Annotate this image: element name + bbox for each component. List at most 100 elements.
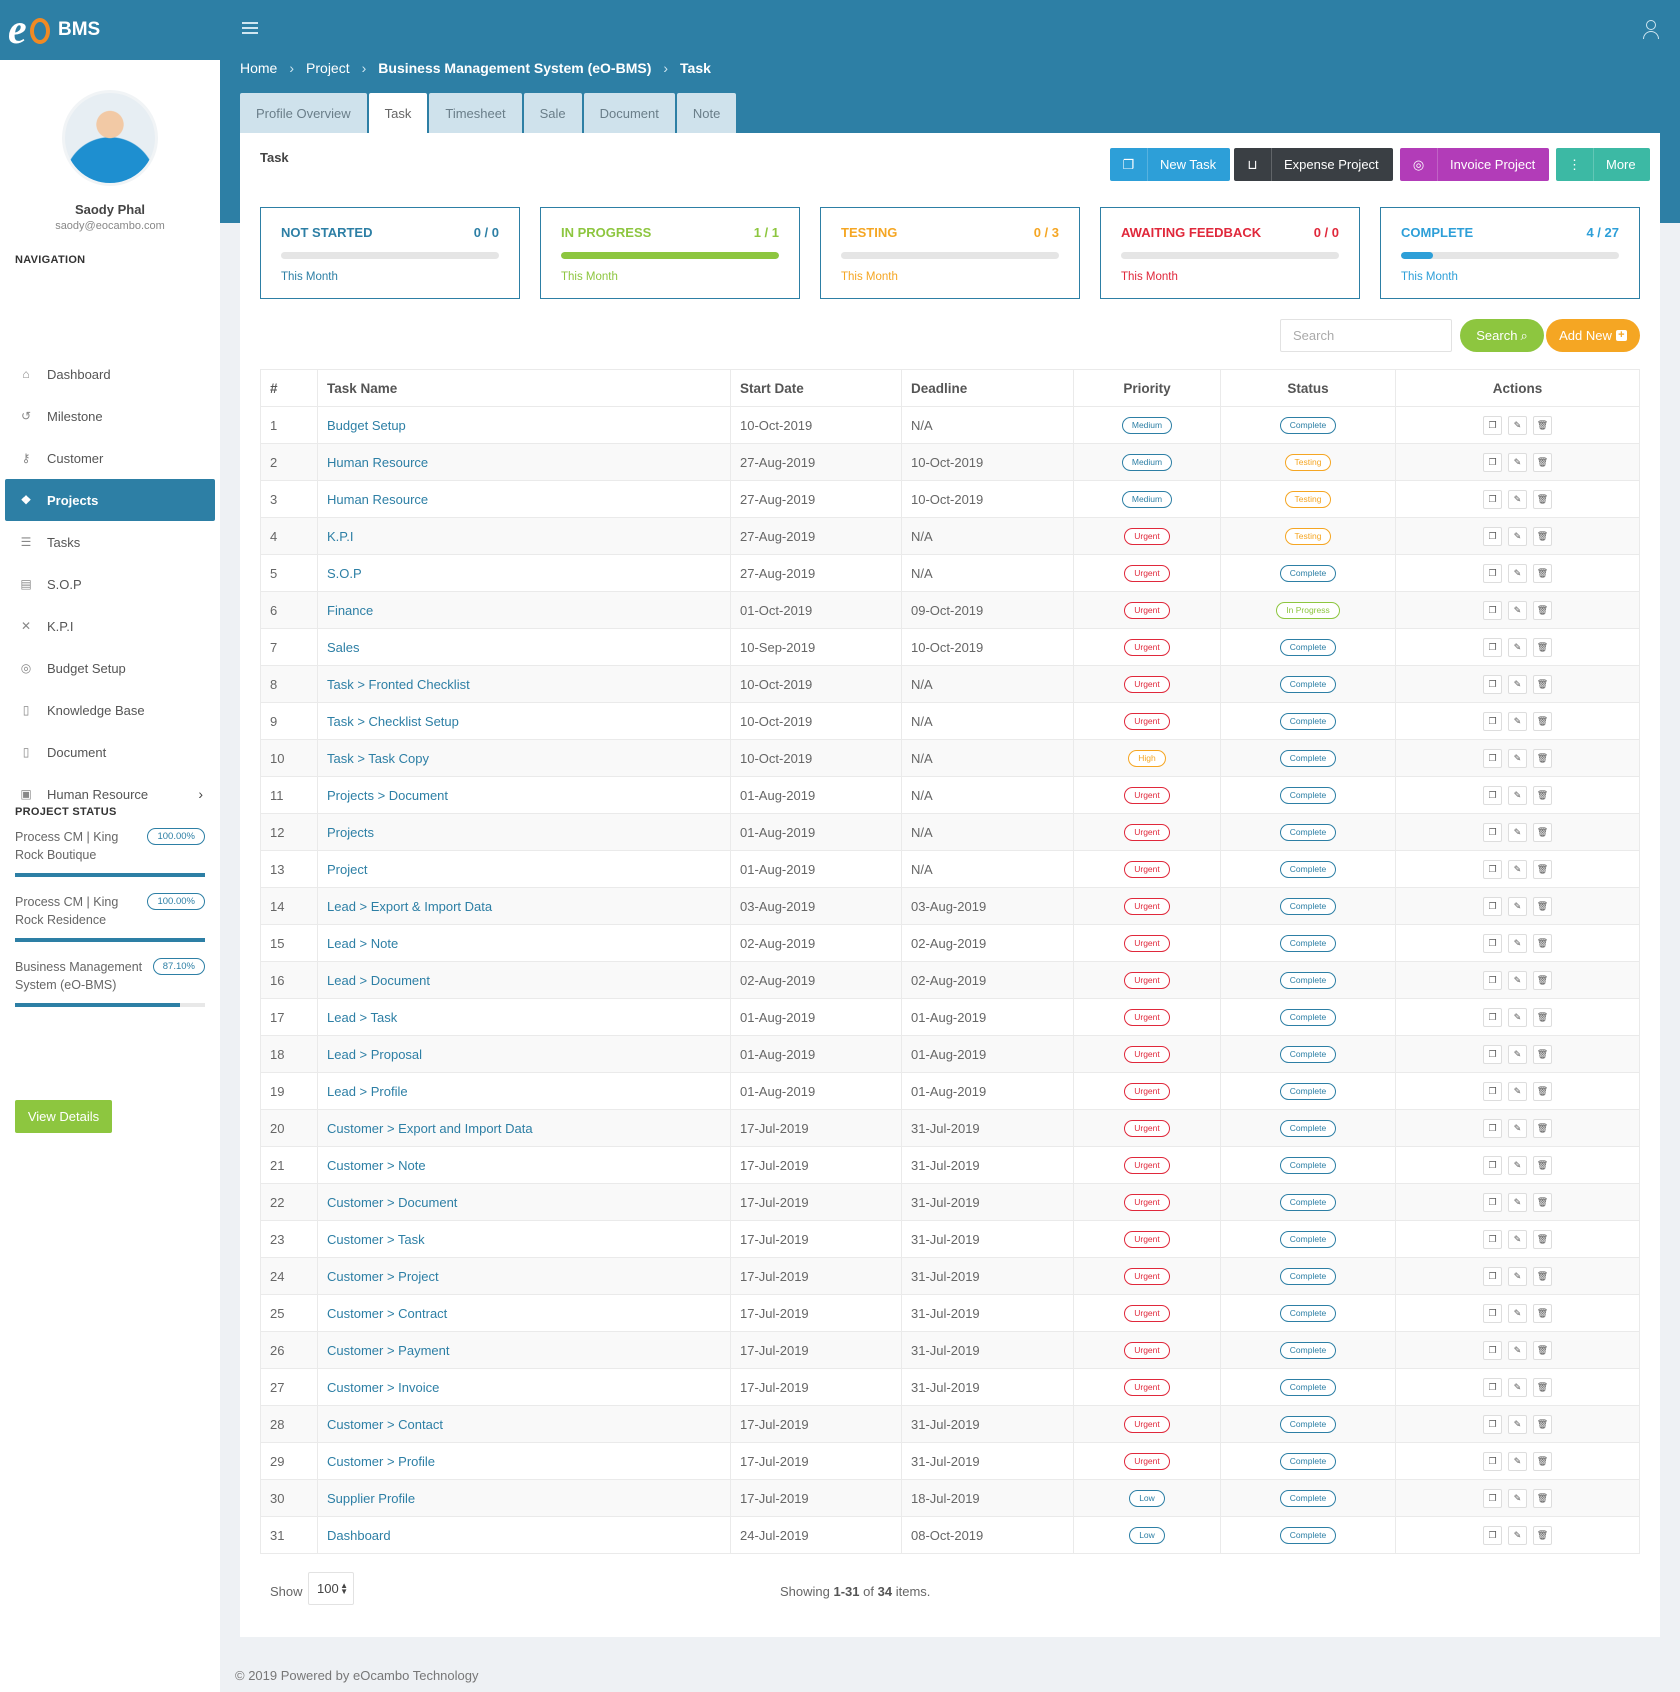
trash-icon[interactable]: 🗑 [1533, 1266, 1552, 1286]
edit-icon[interactable]: ✎ [1508, 1118, 1527, 1138]
trash-icon[interactable]: 🗑 [1533, 1377, 1552, 1397]
copy-icon[interactable]: ❐ [1483, 1007, 1502, 1027]
tab-profile-overview[interactable]: Profile Overview [240, 93, 367, 133]
col-header-task-name[interactable]: Task Name [317, 369, 731, 407]
copy-icon[interactable]: ❐ [1483, 1377, 1502, 1397]
stat-card-awaiting-feedback[interactable]: AWAITING FEEDBACK 0 / 0 This Month [1100, 207, 1360, 299]
expense-project-button[interactable]: ⊔ Expense Project [1234, 148, 1393, 181]
edit-icon[interactable]: ✎ [1508, 1229, 1527, 1249]
col-header-priority[interactable]: Priority [1073, 369, 1221, 407]
trash-icon[interactable]: 🗑 [1533, 415, 1552, 435]
sidebar-item-projects[interactable]: ❖ Projects [5, 479, 215, 521]
new-task-button[interactable]: ❐ New Task [1110, 148, 1231, 181]
copy-icon[interactable]: ❐ [1483, 1118, 1502, 1138]
copy-icon[interactable]: ❐ [1483, 415, 1502, 435]
sidebar-item-sop[interactable]: ▤ S.O.P [5, 563, 215, 605]
edit-icon[interactable]: ✎ [1508, 1377, 1527, 1397]
trash-icon[interactable]: 🗑 [1533, 452, 1552, 472]
trash-icon[interactable]: 🗑 [1533, 489, 1552, 509]
copy-icon[interactable]: ❐ [1483, 600, 1502, 620]
add-new-button[interactable]: Add New + [1546, 319, 1640, 352]
edit-icon[interactable]: ✎ [1508, 1340, 1527, 1360]
menu-toggle-icon[interactable] [242, 22, 258, 36]
task-link[interactable]: Task > Task Copy [327, 751, 429, 766]
task-link[interactable]: Task > Checklist Setup [327, 714, 459, 729]
task-link[interactable]: Lead > Proposal [327, 1047, 422, 1062]
copy-icon[interactable]: ❐ [1483, 970, 1502, 990]
trash-icon[interactable]: 🗑 [1533, 1525, 1552, 1545]
copy-icon[interactable]: ❐ [1483, 1414, 1502, 1434]
copy-icon[interactable]: ❐ [1483, 1525, 1502, 1545]
edit-icon[interactable]: ✎ [1508, 1451, 1527, 1471]
copy-icon[interactable]: ❐ [1483, 1340, 1502, 1360]
task-link[interactable]: Human Resource [327, 455, 428, 470]
copy-icon[interactable]: ❐ [1483, 489, 1502, 509]
trash-icon[interactable]: 🗑 [1533, 1118, 1552, 1138]
task-link[interactable]: Projects [327, 825, 374, 840]
edit-icon[interactable]: ✎ [1508, 711, 1527, 731]
copy-icon[interactable]: ❐ [1483, 748, 1502, 768]
edit-icon[interactable]: ✎ [1508, 1044, 1527, 1064]
copy-icon[interactable]: ❐ [1483, 1044, 1502, 1064]
copy-icon[interactable]: ❐ [1483, 1081, 1502, 1101]
edit-icon[interactable]: ✎ [1508, 1488, 1527, 1508]
edit-icon[interactable]: ✎ [1508, 1414, 1527, 1434]
copy-icon[interactable]: ❐ [1483, 933, 1502, 953]
trash-icon[interactable]: 🗑 [1533, 600, 1552, 620]
task-link[interactable]: Lead > Profile [327, 1084, 408, 1099]
copy-icon[interactable]: ❐ [1483, 822, 1502, 842]
copy-icon[interactable]: ❐ [1483, 1229, 1502, 1249]
task-link[interactable]: Customer > Profile [327, 1454, 435, 1469]
task-link[interactable]: Lead > Document [327, 973, 430, 988]
copy-icon[interactable]: ❐ [1483, 1266, 1502, 1286]
edit-icon[interactable]: ✎ [1508, 1192, 1527, 1212]
task-link[interactable]: Supplier Profile [327, 1491, 415, 1506]
stat-card-testing[interactable]: TESTING 0 / 3 This Month [820, 207, 1080, 299]
sidebar-item-customer[interactable]: ⚷ Customer [5, 437, 215, 479]
task-link[interactable]: Customer > Invoice [327, 1380, 439, 1395]
project-status-item[interactable]: Business Management System (eO-BMS) 87.1… [15, 958, 205, 1007]
sidebar-item-milestone[interactable]: ↺ Milestone [5, 395, 215, 437]
copy-icon[interactable]: ❐ [1483, 1155, 1502, 1175]
task-link[interactable]: Budget Setup [327, 418, 406, 433]
breadcrumb-project-name[interactable]: Business Management System (eO-BMS) [378, 60, 651, 76]
edit-icon[interactable]: ✎ [1508, 970, 1527, 990]
task-link[interactable]: Customer > Task [327, 1232, 425, 1247]
invoice-project-button[interactable]: ◎ Invoice Project [1400, 148, 1550, 181]
trash-icon[interactable]: 🗑 [1533, 563, 1552, 583]
copy-icon[interactable]: ❐ [1483, 452, 1502, 472]
edit-icon[interactable]: ✎ [1508, 637, 1527, 657]
trash-icon[interactable]: 🗑 [1533, 822, 1552, 842]
edit-icon[interactable]: ✎ [1508, 1266, 1527, 1286]
col-header-status[interactable]: Status [1220, 369, 1396, 407]
edit-icon[interactable]: ✎ [1508, 600, 1527, 620]
sidebar-item-dashboard[interactable]: ⌂ Dashboard [5, 353, 215, 395]
search-button[interactable]: Search ⌕ [1460, 319, 1544, 352]
edit-icon[interactable]: ✎ [1508, 822, 1527, 842]
task-link[interactable]: Sales [327, 640, 360, 655]
trash-icon[interactable]: 🗑 [1533, 1229, 1552, 1249]
edit-icon[interactable]: ✎ [1508, 1081, 1527, 1101]
page-size-select[interactable]: 100 ▲ ▼ [308, 1572, 354, 1605]
edit-icon[interactable]: ✎ [1508, 1525, 1527, 1545]
trash-icon[interactable]: 🗑 [1533, 1414, 1552, 1434]
task-link[interactable]: Human Resource [327, 492, 428, 507]
search-input[interactable] [1280, 319, 1452, 352]
avatar[interactable] [62, 90, 158, 186]
edit-icon[interactable]: ✎ [1508, 563, 1527, 583]
task-link[interactable]: Lead > Note [327, 936, 398, 951]
stat-card-complete[interactable]: COMPLETE 4 / 27 This Month [1380, 207, 1640, 299]
edit-icon[interactable]: ✎ [1508, 1007, 1527, 1027]
task-link[interactable]: Customer > Project [327, 1269, 439, 1284]
trash-icon[interactable]: 🗑 [1533, 933, 1552, 953]
edit-icon[interactable]: ✎ [1508, 896, 1527, 916]
copy-icon[interactable]: ❐ [1483, 563, 1502, 583]
task-link[interactable]: Projects > Document [327, 788, 448, 803]
sidebar-item-knowledge-base[interactable]: ▯ Knowledge Base [5, 689, 215, 731]
sidebar-item-document[interactable]: ▯ Document [5, 731, 215, 773]
col-header-start-date[interactable]: Start Date [730, 369, 902, 407]
copy-icon[interactable]: ❐ [1483, 674, 1502, 694]
tab-sale[interactable]: Sale [523, 93, 582, 133]
task-link[interactable]: Finance [327, 603, 373, 618]
breadcrumb-home[interactable]: Home [240, 60, 277, 76]
